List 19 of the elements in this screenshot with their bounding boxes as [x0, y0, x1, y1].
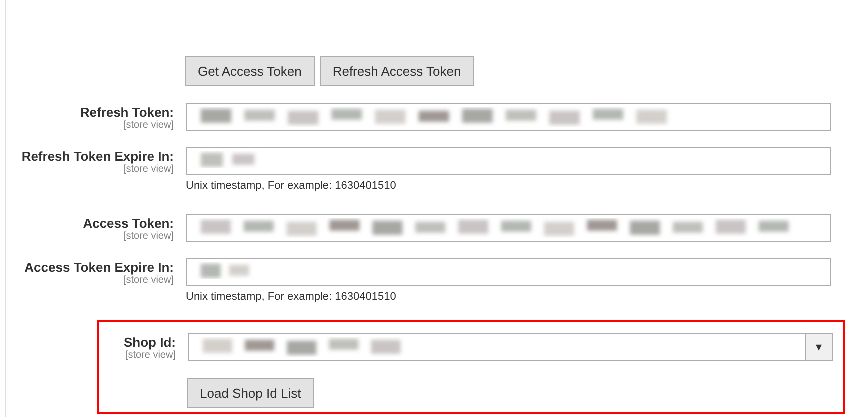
field-hint: Unix timestamp, For example: 1630401510: [186, 180, 398, 192]
field-label: Access Token:: [82, 216, 174, 231]
input-field[interactable]: [186, 147, 831, 175]
input-field[interactable]: [186, 258, 831, 286]
field-label: Refresh Token:: [79, 105, 174, 120]
scope-label: [store view]: [122, 275, 174, 286]
field-label: Access Token Expire In:: [24, 260, 174, 275]
action-button[interactable]: Refresh Access Token: [320, 56, 474, 86]
field-label: Refresh Token Expire In:: [20, 149, 174, 164]
scope-label: [store view]: [122, 231, 174, 242]
action-button[interactable]: Load Shop Id List: [187, 378, 314, 408]
shop-id-dropdown[interactable]: ▾: [188, 333, 833, 361]
scope-label: [store view]: [122, 120, 174, 131]
input-field[interactable]: [186, 103, 831, 131]
scope-label: [store view]: [122, 164, 174, 175]
scope-label: [store view]: [124, 350, 176, 361]
action-button[interactable]: Get Access Token: [185, 56, 315, 86]
field-hint: Unix timestamp, For example: 1630401510: [186, 291, 398, 303]
field-label: Shop Id:: [123, 335, 176, 350]
